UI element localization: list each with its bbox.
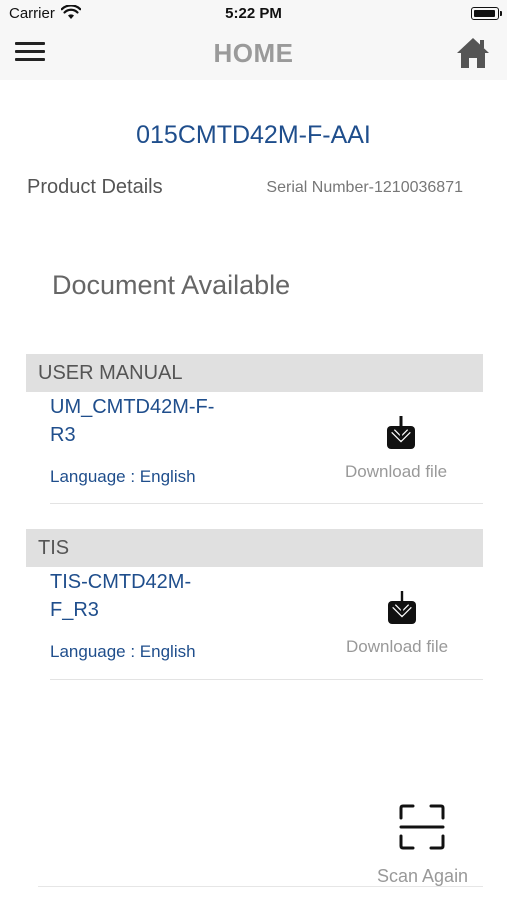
document-name[interactable]: TIS-CMTD42M- F_R3 <box>50 568 260 624</box>
section-header-user-manual: USER MANUAL <box>26 354 483 392</box>
section-title: TIS <box>38 537 70 559</box>
section-title: USER MANUAL <box>38 362 183 384</box>
product-model: 015CMTD42M-F-AAI <box>136 121 371 149</box>
document-name[interactable]: UM_CMTD42M-F- R3 <box>50 393 260 449</box>
document-language: Language : English <box>50 467 196 486</box>
scan-icon[interactable] <box>398 803 446 851</box>
download-icon[interactable] <box>387 591 417 625</box>
document-language: Language : English <box>50 642 196 661</box>
product-details-label: Product Details <box>27 176 163 198</box>
divider <box>50 679 483 680</box>
documents-heading: Document Available <box>52 270 291 300</box>
section-header-tis: TIS <box>26 529 483 567</box>
battery-icon <box>471 7 502 20</box>
download-file-button[interactable]: Download file <box>346 637 448 657</box>
divider <box>38 886 483 887</box>
divider <box>50 503 483 504</box>
nav-title: HOME <box>213 38 294 68</box>
download-icon[interactable] <box>386 416 416 450</box>
scan-again-label: Scan Again <box>377 866 469 886</box>
home-icon[interactable] <box>455 35 491 71</box>
status-time: 5:22 PM <box>225 5 282 22</box>
serial-number: Serial Number-1210036871 <box>266 179 463 196</box>
top-bar: Carrier 5:22 PM HOME <box>0 0 507 80</box>
download-file-button[interactable]: Download file <box>345 462 447 482</box>
